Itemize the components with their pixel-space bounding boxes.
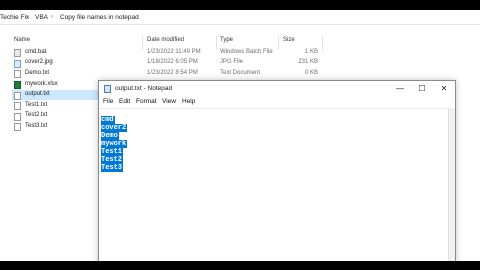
file-size: 231 KB (298, 59, 318, 65)
file-row-cmd-bat[interactable]: cmd.bat 1/23/2022 11:49 PM Windows Batch… (12, 47, 332, 58)
file-row-test1-txt[interactable]: Test1.txt (12, 100, 98, 111)
file-name: cmd.bat (25, 48, 47, 55)
chevron-right-icon: › (26, 14, 28, 20)
column-size[interactable]: Size (283, 37, 295, 43)
menu-view[interactable]: View (162, 98, 176, 105)
text-line: cmd (101, 116, 115, 124)
menu-edit[interactable]: Edit (119, 98, 130, 105)
menu-file[interactable]: File (103, 98, 113, 105)
file-name: Test1.txt (25, 101, 48, 108)
file-row-mywork-xlsx[interactable]: mywork.xlsx (12, 79, 98, 90)
excel-file-icon (14, 81, 21, 89)
window-title: output.txt - Notepad (115, 85, 173, 92)
column-name[interactable]: Name (14, 37, 30, 43)
text-file-icon (14, 70, 21, 78)
menu-help[interactable]: Help (182, 98, 195, 105)
text-line: cover2 (101, 124, 128, 132)
breadcrumb-vba[interactable]: VBA (35, 14, 48, 21)
text-line: mywork (101, 140, 128, 148)
breadcrumb-current-folder[interactable]: Copy file names in notepad (60, 14, 139, 21)
file-name: Test3.txt (25, 122, 48, 129)
text-line: Test1 (101, 148, 124, 156)
file-name: Test2.txt (25, 112, 48, 118)
close-button[interactable]: ✕ (433, 81, 455, 96)
file-date: 1/23/2022 8:54 PM (147, 69, 198, 76)
file-name: cover2.jpg (25, 59, 53, 65)
file-type: JPG File (220, 59, 244, 65)
text-file-icon (14, 112, 21, 121)
column-type[interactable]: Type (220, 37, 233, 43)
file-type: Windows Batch File (220, 48, 273, 55)
image-file-icon (14, 59, 21, 68)
menu-bar: File Edit Format View Help (99, 96, 455, 108)
text-line: Test3 (101, 164, 124, 172)
batch-file-icon (14, 49, 21, 57)
notepad-title-bar[interactable]: output.txt - Notepad — ☐ ✕ (99, 81, 455, 96)
file-date: 1/18/2022 6:05 PM (147, 59, 198, 65)
file-type: Text Document (220, 69, 261, 76)
file-name: output.txt (25, 91, 50, 97)
file-row-output-txt[interactable]: output.txt (12, 89, 98, 100)
file-row-test3-txt[interactable]: Test3.txt (12, 121, 98, 132)
minimize-button[interactable]: — (389, 81, 411, 96)
column-date-modified[interactable]: Date modified (147, 37, 184, 43)
notepad-icon (104, 85, 111, 93)
text-line: Test2 (101, 156, 124, 164)
text-file-icon (14, 123, 21, 131)
explorer-window: Techie Fix › VBA › Copy file names in no… (0, 10, 480, 261)
menu-format[interactable]: Format (136, 98, 157, 105)
file-row-test2-txt[interactable]: Test2.txt (12, 111, 98, 122)
chevron-right-icon: › (51, 14, 53, 20)
file-size: 1 KB (304, 48, 318, 55)
address-bar[interactable]: Techie Fix › VBA › Copy file names in no… (0, 10, 480, 25)
text-line: Demo (101, 132, 119, 140)
file-name: Demo.txt (25, 69, 50, 76)
file-date: 1/23/2022 11:49 PM (147, 48, 201, 55)
text-file-icon (14, 91, 21, 100)
text-file-icon (14, 102, 21, 110)
notepad-window: output.txt - Notepad — ☐ ✕ File Edit For… (98, 80, 456, 261)
maximize-button[interactable]: ☐ (411, 81, 433, 96)
text-editor-area[interactable]: cmd cover2 Demo mywork Test1 Test2 Test3 (100, 108, 448, 261)
file-row-cover2-jpg[interactable]: cover2.jpg 1/18/2022 6:05 PM JPG File 23… (12, 58, 332, 69)
file-row-demo-txt[interactable]: Demo.txt 1/23/2022 8:54 PM Text Document… (12, 68, 332, 79)
vertical-scrollbar[interactable] (448, 108, 455, 261)
file-name: mywork.xlsx (25, 80, 58, 87)
file-size: 0 KB (304, 69, 318, 76)
breadcrumb-techie-fix[interactable]: Techie Fix (0, 14, 29, 21)
